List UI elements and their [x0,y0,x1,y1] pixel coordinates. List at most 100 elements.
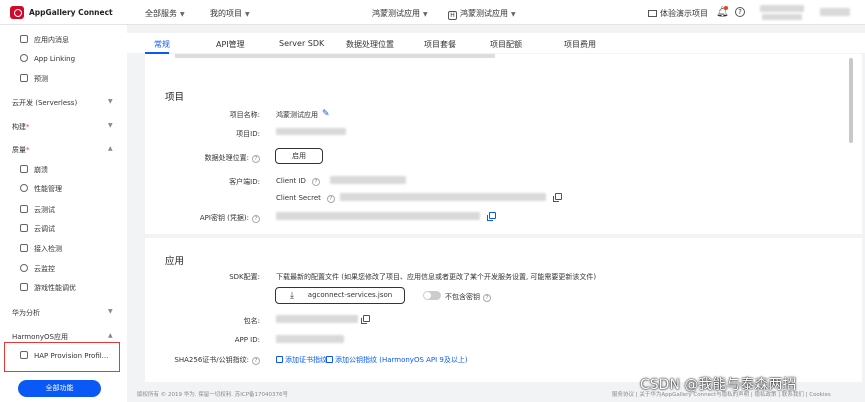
demo-project-link[interactable]: 体验演示项目 [648,8,708,19]
project-id-label: 项目ID: [236,130,260,138]
app-selector-label: 鸿蒙测试应用 [460,9,508,18]
help-icon[interactable]: ? [252,155,260,163]
tab-general[interactable]: 常规 [154,39,170,50]
crash-icon [20,165,28,173]
client-id-section-label: 客户端ID: [229,178,260,186]
tab-bar: 常规 API管理 Server SDK 数据处理位置 项目套餐 项目配额 项目费… [127,33,865,53]
all-functions-button[interactable]: 全部功能 [18,380,101,397]
copy-icon[interactable] [361,315,370,324]
new-marker: * [26,146,30,154]
sidebar-item-label: 云调试 [34,225,55,233]
package-name-value-blurred [276,315,358,323]
new-marker: * [26,123,30,131]
project-name-label: 项目名称: [229,111,260,119]
help-icon[interactable]: ? [252,215,260,223]
chevron-down-icon[interactable]: ▼ [108,98,113,105]
sidebar-item-in-app-message[interactable]: 应用内消息 [20,35,69,45]
sidebar-group-huawei-analytics[interactable]: 华为分析 [12,308,40,318]
help-icon[interactable]: ? [735,7,745,17]
tab-project-quota[interactable]: 项目配额 [490,39,522,50]
project-card [145,54,862,234]
project-selector[interactable]: 鸿蒙测试应用 ▼ [372,8,428,19]
help-icon[interactable]: ? [252,357,260,365]
help-icon[interactable]: ? [311,178,320,186]
sidebar-group-label: 华为分析 [12,309,40,317]
sidebar-group-cloud-dev[interactable]: 云开发 (Serverless) [12,98,77,108]
sha256-label-text: SHA256证书/公钥指纹: [174,356,249,364]
sidebar-group-quality[interactable]: 质量* [12,145,30,155]
avatar[interactable] [820,8,850,16]
sidebar-item-hap-provision-profile[interactable]: HAP Provision Profil... [20,351,108,360]
sidebar-item-crash[interactable]: 崩溃 [20,165,48,175]
link-icon [20,54,28,62]
cloud-monitor-icon [20,264,28,272]
enable-data-location-button[interactable]: 启用 [275,148,323,164]
sidebar-item-cloud-test[interactable]: 云测试 [20,205,55,215]
add-icon [326,356,333,363]
copy-icon[interactable] [553,193,562,202]
add-cert-fingerprint-link[interactable]: 添加证书指纹 [276,355,327,365]
include-key-toggle[interactable] [423,291,441,300]
my-projects-menu[interactable]: 我的项目 ▼ [210,8,250,19]
sidebar-item-label: 云监控 [34,265,55,273]
huawei-logo-icon[interactable] [10,6,24,19]
edit-icon[interactable]: ✎ [322,109,330,119]
download-config-button[interactable]: agconnect-services.json [275,287,405,304]
cloud-debug-icon [20,224,28,232]
add-pubkey-fingerprint-link[interactable]: 添加公钥指纹 (HarmonyOS API 9及以上) [326,355,468,365]
client-id-label-text: Client ID [276,177,306,185]
app-id-value-blurred [276,335,344,343]
sha256-label: SHA256证书/公钥指纹:? [160,355,260,365]
client-secret-value-blurred [340,193,546,201]
section-title-app: 应用 [165,256,185,267]
demo-icon [648,10,657,17]
sidebar-item-performance[interactable]: 性能管理 [20,184,62,194]
api-key-label-text: API密钥 (凭据): [199,214,249,222]
all-services-menu[interactable]: 全部服务 ▼ [145,8,185,19]
all-services-label: 全部服务 [145,9,177,18]
sidebar-item-label: 预测 [34,75,48,83]
chevron-up-icon[interactable]: ▲ [108,332,113,339]
watermark: CSDN @我能与泰森两招 [640,377,797,393]
sidebar-item-cloud-debug[interactable]: 云调试 [20,224,55,234]
tab-project-package[interactable]: 项目套餐 [424,39,456,50]
sidebar-item-label: 崩溃 [34,166,48,174]
message-icon [20,35,28,43]
help-icon[interactable]: ? [483,294,491,302]
sidebar-item-integration-check[interactable]: 接入检测 [20,244,62,254]
chevron-up-icon[interactable]: ▲ [108,145,113,152]
sidebar-group-harmonyos-app[interactable]: HarmonyOS应用 [12,332,68,342]
chevron-down-icon[interactable]: ▼ [108,122,113,129]
scrollbar[interactable] [849,58,853,143]
top-bar: AppGallery Connect 全部服务 ▼ 我的项目 ▼ 鸿蒙测试应用 ▼ H… [0,0,865,25]
notification-dot [724,6,728,10]
sidebar-item-prediction[interactable]: 预测 [20,74,48,84]
brand-title[interactable]: AppGallery Connect [29,8,113,17]
section-title-project: 项目 [165,92,185,103]
tab-api-management[interactable]: API管理 [216,39,245,50]
tab-project-cost[interactable]: 项目费用 [564,39,596,50]
add-cert-link-text: 添加证书指纹 [285,356,327,364]
sidebar-item-label: 云测试 [34,206,55,214]
tab-data-location[interactable]: 数据处理位置 [346,39,394,50]
copy-icon[interactable] [487,212,496,221]
chevron-down-icon[interactable]: ▼ [108,308,113,315]
sidebar-item-app-linking[interactable]: App Linking [20,54,75,63]
footer-copyright: 版权所有 © 2019 华为. 保留一切权利. 苏ICP备17040376号 [137,392,289,398]
chevron-down-icon: ▼ [245,11,250,18]
no-key-label: 不包含密钥? [445,292,491,302]
app-selector[interactable]: H 鸿蒙测试应用 ▼ [448,8,516,20]
sidebar-group-build[interactable]: 构建* [12,122,30,132]
help-icon[interactable]: ? [326,195,335,203]
sidebar-group-label: 构建 [12,123,26,131]
sdk-config-label: SDK配置: [229,273,260,281]
tab-server-sdk[interactable]: Server SDK [279,39,324,48]
sidebar-item-label: 接入检测 [34,245,62,253]
scrolled-content-cutoff [175,54,495,58]
sidebar-item-game-performance[interactable]: 游戏性能调优 [20,283,76,293]
user-id-blurred [762,14,802,20]
sidebar-item-cloud-monitor[interactable]: 云监控 [20,264,55,274]
client-id-label: Client ID? [276,177,320,186]
user-name-blurred[interactable] [760,5,804,12]
app-id-label: APP ID: [234,336,260,344]
